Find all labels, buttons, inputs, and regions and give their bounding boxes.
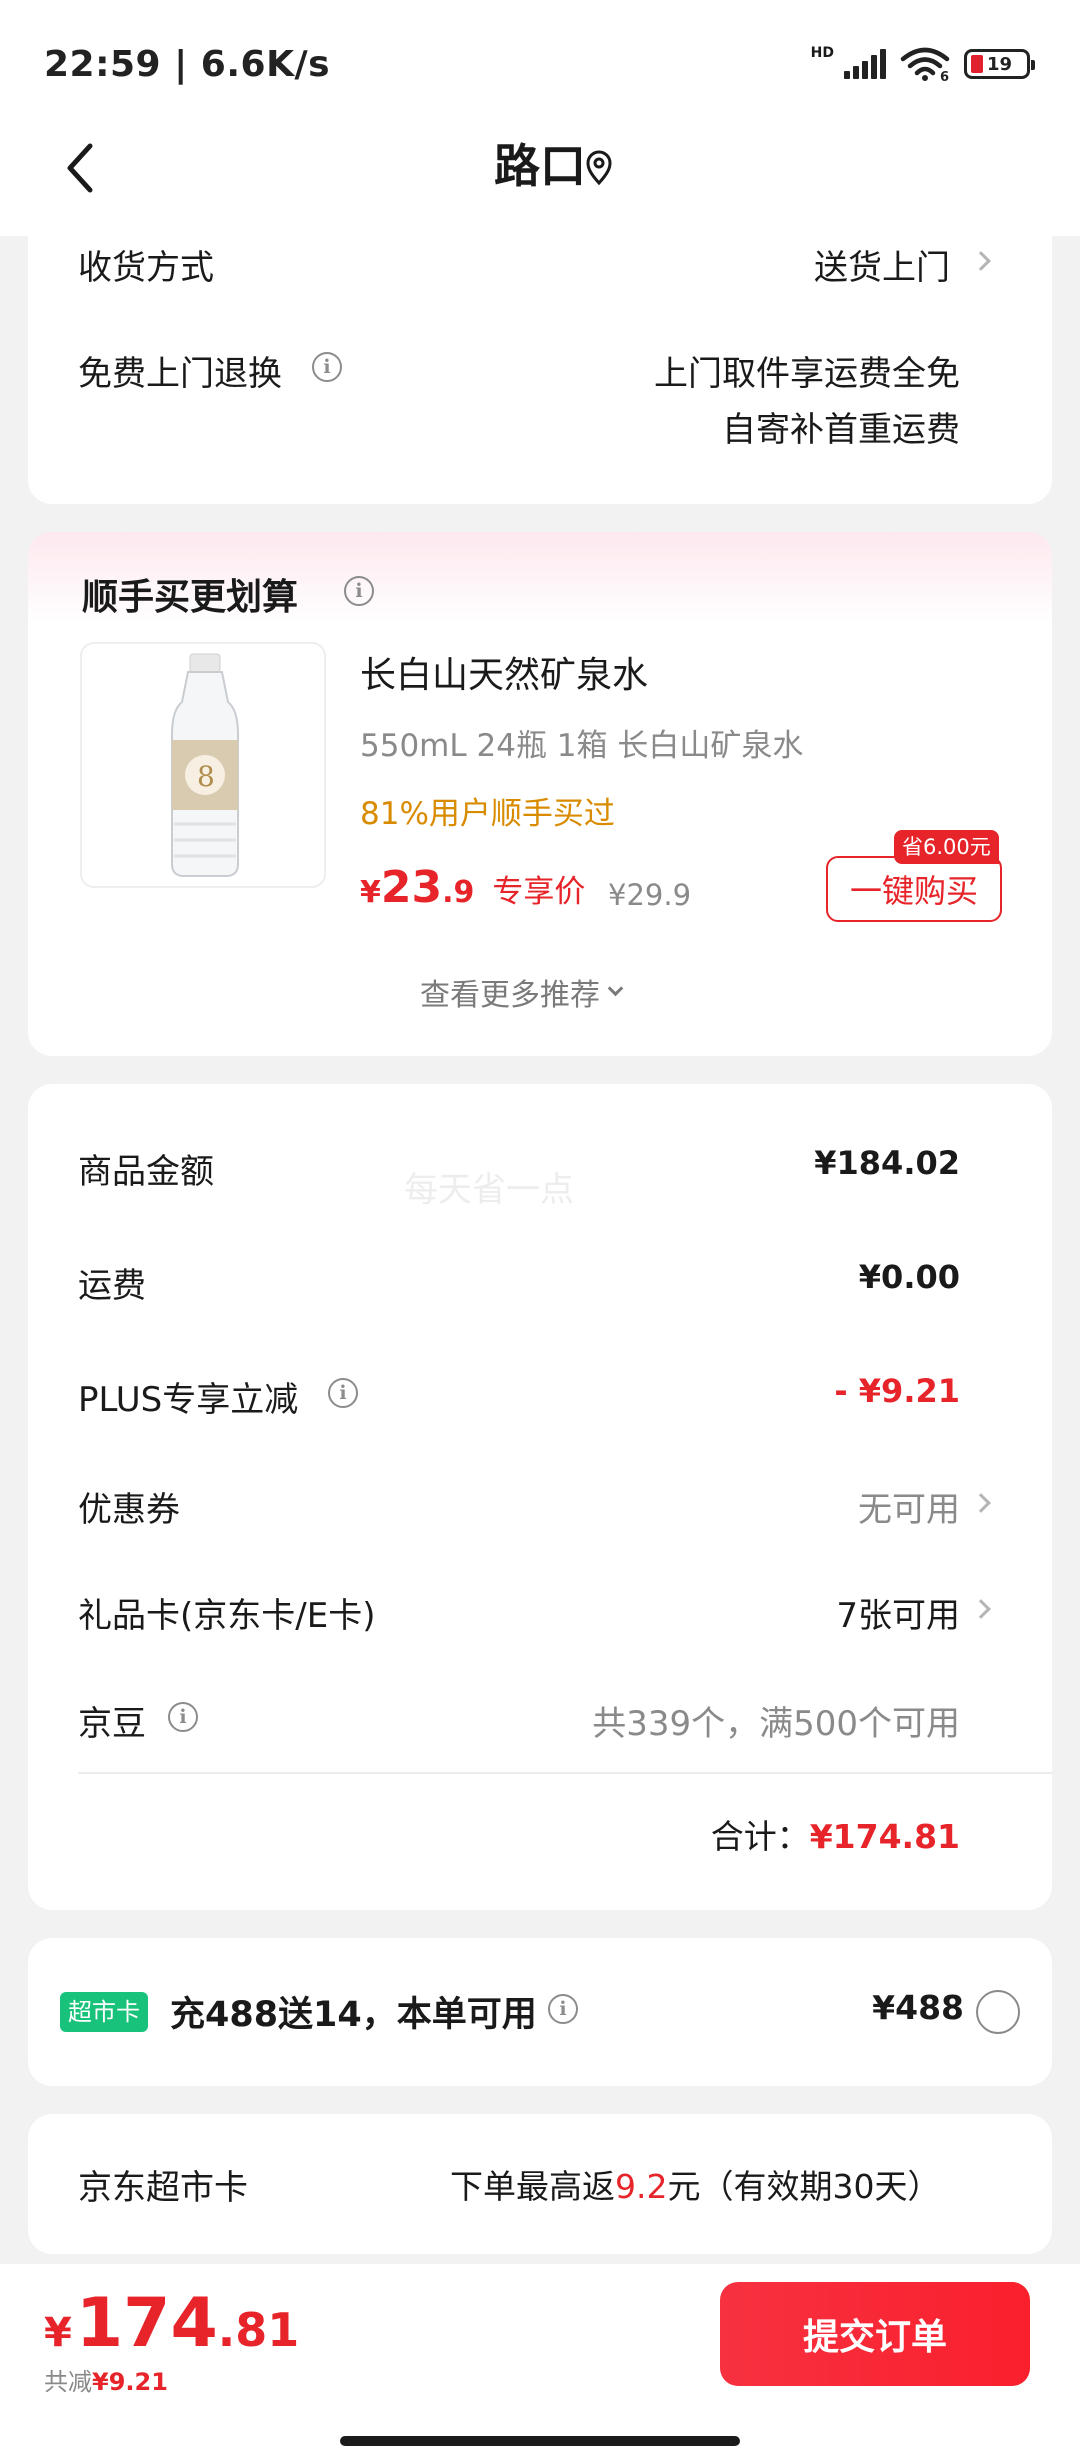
total-value: ¥174.81 bbox=[809, 1817, 960, 1856]
footer-total-int: 174 bbox=[75, 2284, 218, 2363]
rebate-prefix: 下单最高返 bbox=[450, 2167, 615, 2206]
jd-beans-label: 京豆 bbox=[78, 1704, 146, 1744]
supermarket-price: ¥488 bbox=[872, 1988, 964, 2027]
supermarket-promo-text: 充488送14，本单可用 bbox=[170, 1995, 537, 2035]
water-bottle-icon: 8 bbox=[171, 653, 239, 877]
save-badge: 省6.00元 bbox=[894, 830, 999, 864]
return-value-2: 自寄补首重运费 bbox=[722, 410, 960, 450]
price-symbol: ¥ bbox=[360, 875, 381, 910]
jd-beans-value: 共339个，满500个可用 bbox=[592, 1704, 960, 1744]
product-social-proof: 81%用户顺手买过 bbox=[360, 796, 615, 832]
product-price: ¥ 23 .9 专享价 bbox=[360, 862, 585, 913]
footer-total-dec: .81 bbox=[217, 2303, 300, 2357]
info-icon[interactable]: i bbox=[344, 576, 374, 606]
more-label: 查看更多推荐 bbox=[420, 978, 600, 1013]
chevron-down-icon bbox=[607, 980, 624, 996]
one-click-buy-button[interactable]: 一键购买 bbox=[826, 856, 1002, 922]
wifi-icon: 6 bbox=[900, 47, 950, 81]
shipping-label: 运费 bbox=[78, 1266, 146, 1306]
wifi-sub-label: 6 bbox=[940, 70, 949, 81]
saved-amount: ¥9.21 bbox=[92, 2368, 168, 2396]
goods-amount-label: 商品金额 bbox=[78, 1152, 214, 1192]
price-dec: .9 bbox=[442, 875, 475, 910]
plus-discount-value: - ¥9.21 bbox=[834, 1372, 960, 1410]
location-pin-icon[interactable] bbox=[582, 150, 616, 186]
price-tag: 专享价 bbox=[492, 874, 586, 910]
plus-discount-label: PLUS专享立减 bbox=[78, 1380, 299, 1420]
original-price: ¥29.9 bbox=[608, 878, 692, 912]
product-name[interactable]: 长白山天然矿泉水 bbox=[360, 646, 648, 698]
supermarket-card-tag: 超市卡 bbox=[60, 1992, 148, 2032]
product-spec: 550mL 24瓶 1箱 长白山矿泉水 bbox=[360, 728, 804, 764]
gift-card-label: 礼品卡(京东卡/E卡) bbox=[78, 1596, 376, 1636]
more-recommendations-link[interactable]: 查看更多推荐 bbox=[420, 970, 624, 1014]
rebate-suffix: 元（有效期30天） bbox=[667, 2167, 941, 2206]
total-label: 合计： bbox=[710, 1817, 810, 1856]
delivery-method-value[interactable]: 送货上门 bbox=[700, 240, 950, 289]
total-row: 合计：¥174.81 bbox=[600, 1810, 960, 1858]
divider bbox=[78, 1772, 1052, 1774]
supermarket-card-radio[interactable] bbox=[976, 1990, 1020, 2034]
price-int: 23 bbox=[380, 862, 443, 913]
shipping-value: ¥0.00 bbox=[858, 1258, 960, 1296]
supermarket-card-label: 京东超市卡 bbox=[78, 2168, 248, 2208]
svg-text:8: 8 bbox=[197, 760, 215, 793]
footer-currency: ¥ bbox=[44, 2310, 72, 2356]
footer-saved: 共减¥9.21 bbox=[44, 2362, 168, 2397]
info-icon[interactable]: i bbox=[312, 352, 342, 382]
goods-amount-value: ¥184.02 bbox=[814, 1144, 960, 1182]
status-icons: HD 6 19 bbox=[810, 44, 1035, 84]
info-icon[interactable]: i bbox=[328, 1378, 358, 1408]
signal-icon bbox=[844, 49, 886, 79]
footer-total: ¥ 174 .81 bbox=[44, 2284, 299, 2363]
rebate-amount: 9.2 bbox=[615, 2167, 668, 2206]
info-icon[interactable]: i bbox=[548, 1994, 578, 2024]
battery-icon: 19 bbox=[964, 49, 1035, 79]
return-value-1: 上门取件享运费全免 bbox=[654, 354, 960, 394]
home-indicator[interactable] bbox=[340, 2436, 740, 2446]
saved-prefix: 共减 bbox=[44, 2368, 92, 2396]
bundle-title: 顺手买更划算 bbox=[82, 577, 299, 618]
coupon-label: 优惠券 bbox=[78, 1490, 180, 1530]
return-label: 免费上门退换 bbox=[78, 354, 282, 394]
battery-level: 19 bbox=[987, 53, 1013, 75]
rebate-text: 下单最高返9.2元（有效期30天） bbox=[450, 2160, 940, 2208]
page-title: 路口 bbox=[494, 139, 586, 193]
submit-order-button[interactable]: 提交订单 bbox=[720, 2282, 1030, 2386]
delivery-method-label: 收货方式 bbox=[78, 248, 214, 288]
coupon-value[interactable]: 无可用 bbox=[700, 1482, 960, 1531]
status-time: 22:59 | 6.6K/s bbox=[44, 44, 331, 85]
gift-card-value[interactable]: 7张可用 bbox=[700, 1588, 960, 1637]
hd-label: HD bbox=[810, 45, 834, 61]
product-image[interactable]: 8 bbox=[80, 642, 326, 888]
info-icon[interactable]: i bbox=[168, 1702, 198, 1732]
watermark: 每天省一点 bbox=[404, 1170, 574, 1210]
